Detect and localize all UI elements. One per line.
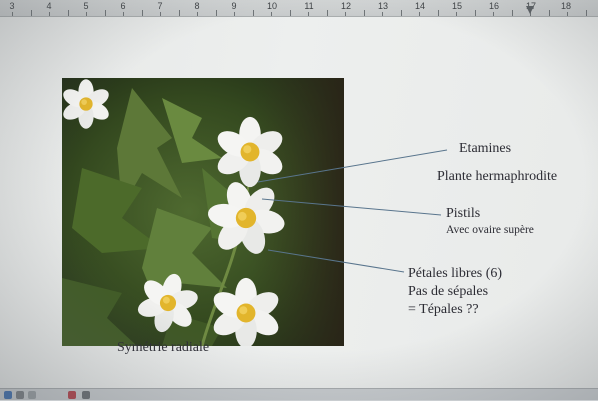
ruler-tick: [308, 12, 309, 16]
ruler-tick: [49, 12, 50, 16]
toolbar-icon[interactable]: [82, 391, 90, 399]
ruler-tick: [345, 12, 346, 16]
app-icon[interactable]: [4, 391, 12, 399]
ruler-number: 10: [266, 1, 278, 11]
ruler-number: 4: [46, 1, 52, 11]
ruler-tick: [215, 10, 217, 16]
label-pas-de-sepales: Pas de sépales: [408, 284, 489, 299]
horizontal-ruler[interactable]: 3 4 5 6 7 8 9 10 11 12 13 14 15 16 17 18: [0, 0, 598, 17]
ruler-number: 16: [488, 1, 500, 11]
ruler-number: 8: [194, 1, 200, 11]
ruler-tick: [271, 12, 272, 16]
leader-line-etamines: [257, 149, 448, 183]
ruler-tick: [493, 12, 494, 16]
ruler-tick: [30, 10, 32, 16]
ruler-tick: [252, 10, 254, 16]
ruler-tick: [12, 12, 13, 16]
label-symetrie-radiale: Symétrie radiale: [117, 340, 210, 355]
ruler-tick: [234, 12, 235, 16]
ruler-number: 12: [340, 1, 352, 11]
label-etamines: Etamines: [459, 141, 512, 156]
annotation-leader-lines: [257, 149, 448, 273]
ruler-tick: [474, 10, 476, 16]
ruler-tick: [86, 12, 87, 16]
ruler-tick: [289, 10, 291, 16]
ruler-tick: [178, 10, 180, 16]
ruler-tick: [548, 10, 550, 16]
ruler-number: 14: [414, 1, 426, 11]
ruler-tick: [104, 10, 106, 16]
ruler-tick: [511, 10, 513, 16]
leader-line-petales: [267, 249, 405, 273]
toolbar-icon[interactable]: [28, 391, 36, 399]
document-page[interactable]: Etamines Plante hermaphrodite Pistils Av…: [0, 17, 598, 388]
ruler-tick: [363, 10, 365, 16]
ruler-number: 15: [451, 1, 463, 11]
ruler-tick: [123, 12, 124, 16]
ruler-tick: [197, 12, 198, 16]
toolbar-icon[interactable]: [16, 391, 24, 399]
label-petales-libres: Pétales libres (6): [408, 266, 503, 281]
ruler-tick: [400, 10, 402, 16]
toolbar-icon[interactable]: [68, 391, 76, 399]
ruler-tick: [585, 10, 587, 16]
ruler-tick: [67, 10, 69, 16]
ruler-number: 5: [83, 1, 89, 11]
label-ovaire: Avec ovaire supère: [446, 224, 534, 236]
label-plante-hermaphrodite: Plante hermaphrodite: [437, 169, 558, 184]
ruler-tick: [419, 12, 420, 16]
ruler-tick: [567, 12, 568, 16]
label-pistils: Pistils: [446, 206, 481, 221]
ruler-number: 11: [304, 1, 314, 11]
ruler-number: 3: [9, 1, 15, 11]
ruler-tick: [160, 12, 161, 16]
status-bar: [0, 388, 598, 401]
ruler-tick: [382, 12, 383, 16]
ruler-number: 9: [231, 1, 237, 11]
ruler-number: 13: [377, 1, 389, 11]
ruler-tick: [326, 10, 328, 16]
leader-line-pistils: [261, 198, 442, 216]
ruler-indent-marker[interactable]: [526, 6, 534, 14]
ruler-tick: [141, 10, 143, 16]
label-tepales: = Tépales ??: [408, 302, 479, 317]
ruler-number: 6: [120, 1, 126, 11]
ruler-tick: [437, 10, 439, 16]
ruler-number: 18: [560, 1, 572, 11]
ruler-number: 7: [157, 1, 163, 11]
ruler-tick: [456, 12, 457, 16]
